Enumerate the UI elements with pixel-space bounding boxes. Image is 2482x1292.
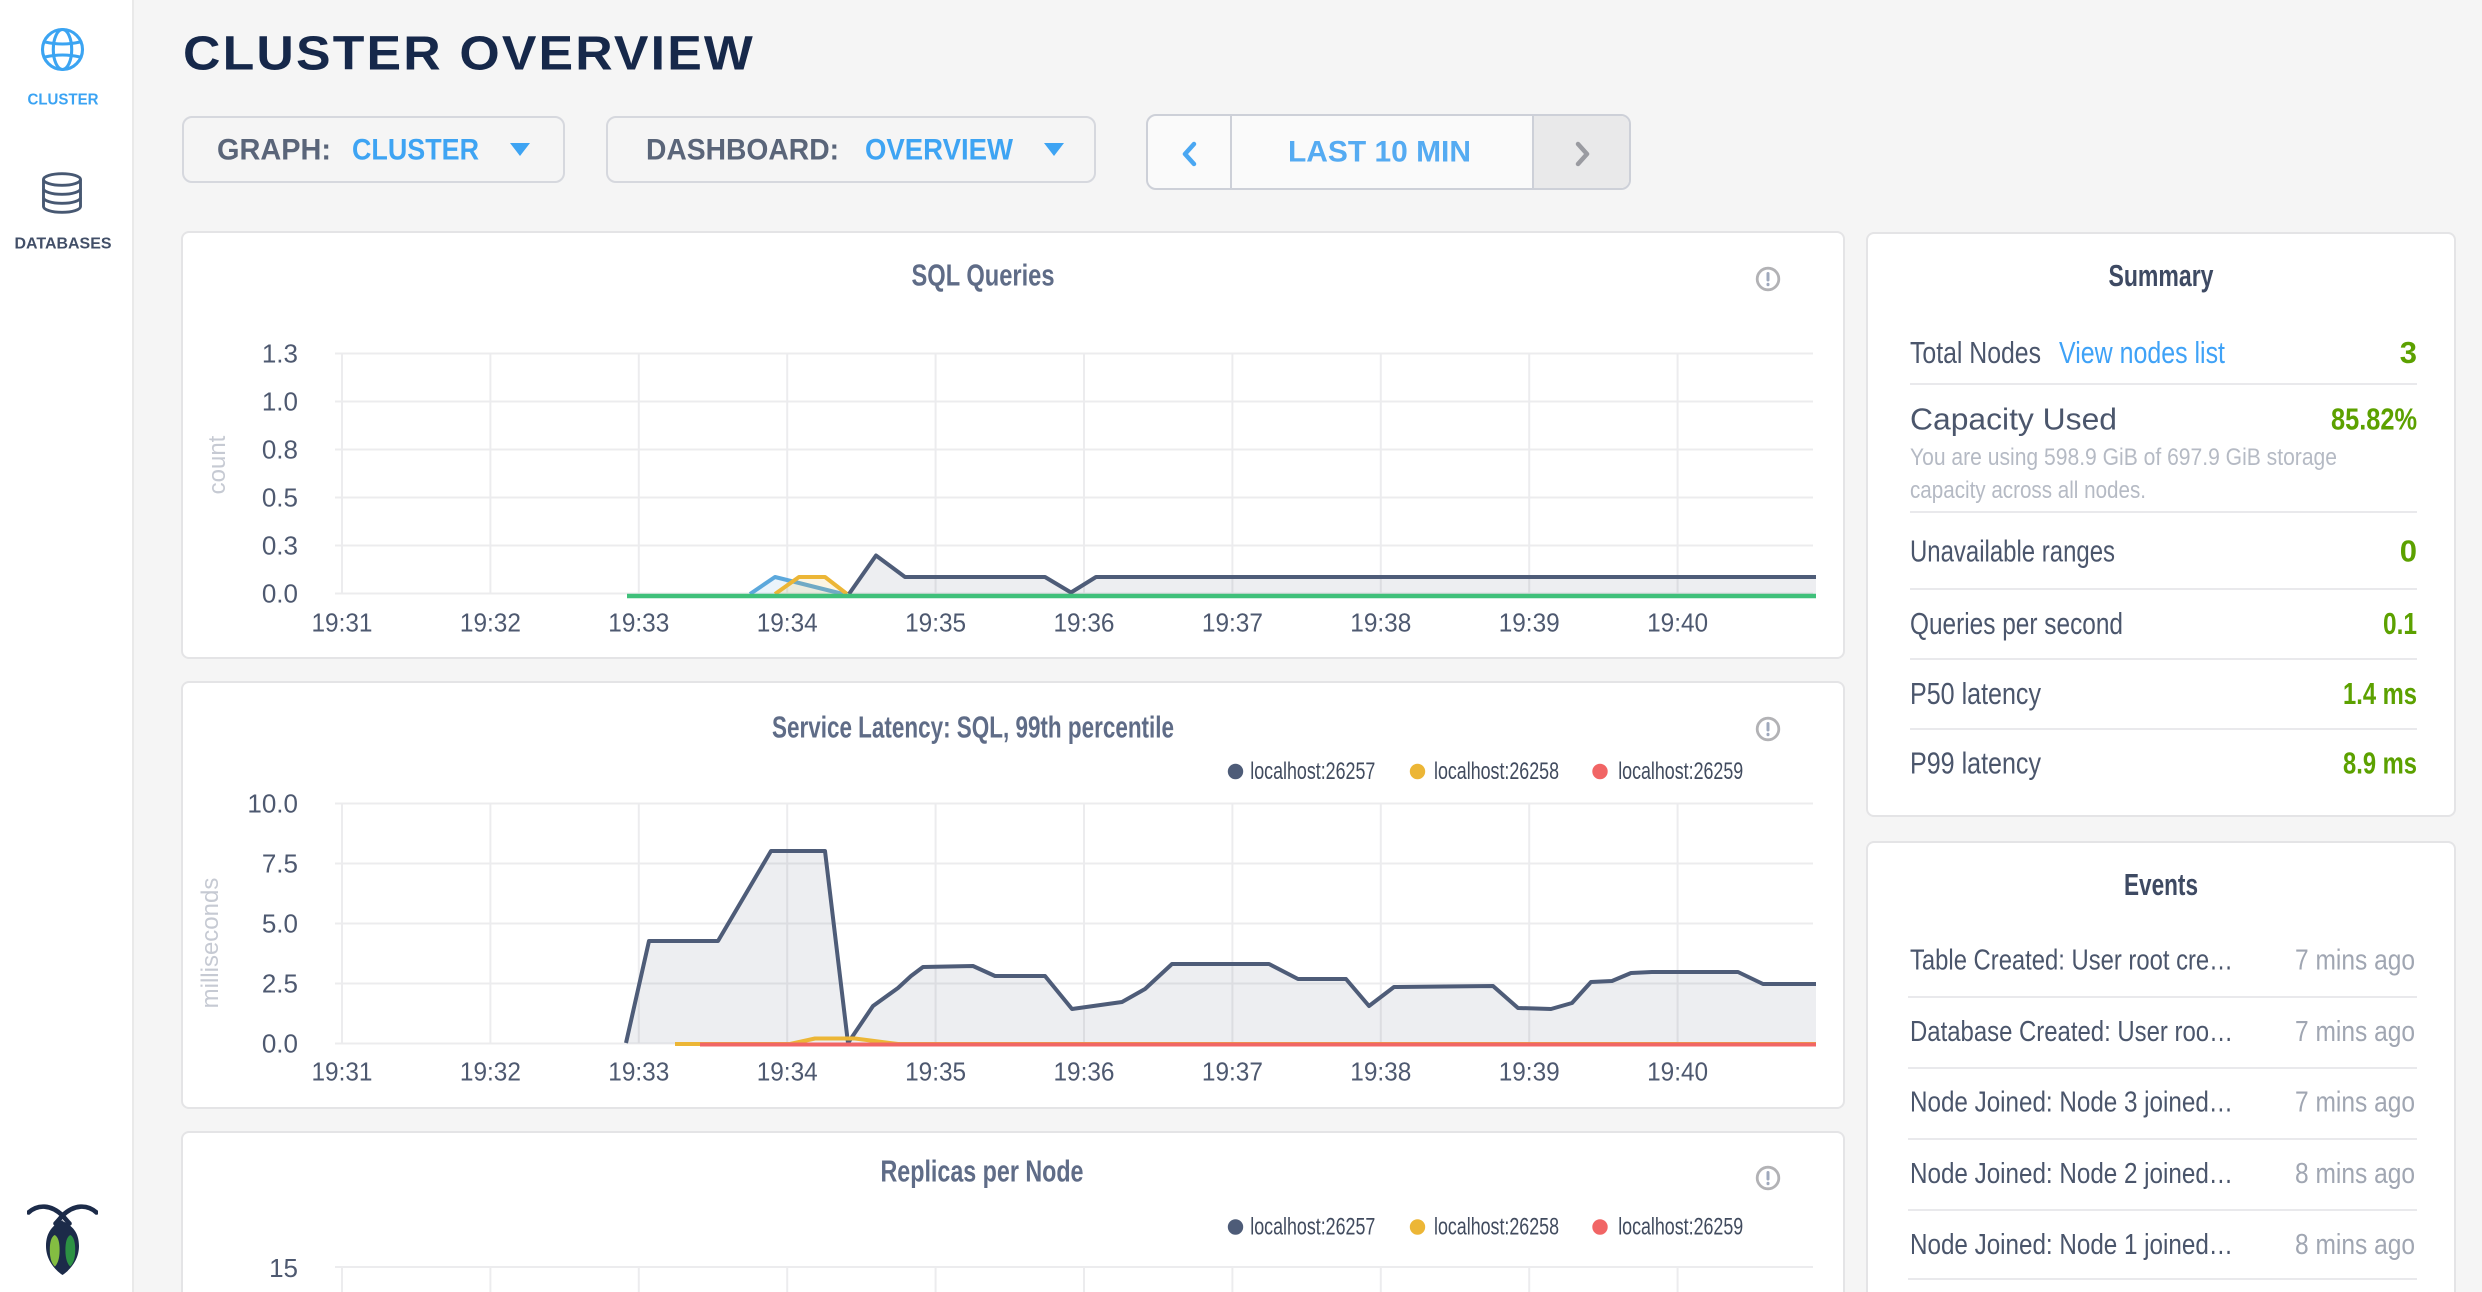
svg-text:8 mins ago: 8 mins ago [2295, 1158, 2415, 1190]
svg-text:7 mins ago: 7 mins ago [2295, 1016, 2415, 1048]
svg-text:CLUSTER: CLUSTER [352, 134, 479, 167]
svg-text:8.9 ms: 8.9 ms [2343, 746, 2417, 781]
svg-text:DATABASES: DATABASES [15, 236, 112, 253]
svg-text:Total Nodes: Total Nodes [1910, 335, 2041, 370]
svg-text:View nodes list: View nodes list [2059, 335, 2225, 370]
svg-text:LAST 10 MIN: LAST 10 MIN [1288, 136, 1471, 169]
svg-text:7 mins ago: 7 mins ago [2295, 945, 2415, 977]
svg-text:DASHBOARD:: DASHBOARD: [646, 134, 839, 167]
svg-text:Capacity Used: Capacity Used [1910, 402, 2117, 437]
svg-text:OVERVIEW: OVERVIEW [865, 134, 1014, 167]
svg-text:You are using 598.9 GiB of 697: You are using 598.9 GiB of 697.9 GiB sto… [1910, 444, 2337, 471]
svg-text:Node Joined: Node 2 joined…: Node Joined: Node 2 joined… [1910, 1158, 2233, 1190]
svg-text:CLUSTER OVERVIEW: CLUSTER OVERVIEW [183, 28, 755, 81]
svg-text:85.82%: 85.82% [2331, 402, 2417, 437]
svg-text:CLUSTER: CLUSTER [28, 92, 99, 109]
svg-text:Database Created: User roo…: Database Created: User roo… [1910, 1016, 2233, 1048]
svg-text:3: 3 [2400, 335, 2417, 370]
svg-text:GRAPH:: GRAPH: [217, 134, 331, 167]
svg-text:Table Created: User root cre…: Table Created: User root cre… [1910, 945, 2233, 977]
svg-text:P99 latency: P99 latency [1910, 746, 2041, 781]
svg-text:0: 0 [2400, 534, 2417, 569]
svg-text:Queries per second: Queries per second [1910, 606, 2123, 641]
svg-text:1.4 ms: 1.4 ms [2343, 676, 2417, 711]
svg-text:Events: Events [2124, 867, 2198, 902]
svg-text:7 mins ago: 7 mins ago [2295, 1087, 2415, 1119]
svg-text:Node Joined: Node 1 joined…: Node Joined: Node 1 joined… [1910, 1229, 2233, 1261]
svg-text:0.1: 0.1 [2383, 606, 2417, 641]
svg-text:Node Joined: Node 3 joined…: Node Joined: Node 3 joined… [1910, 1087, 2233, 1119]
svg-text:Summary: Summary [2109, 258, 2215, 293]
svg-text:8 mins ago: 8 mins ago [2295, 1229, 2415, 1261]
svg-text:P50 latency: P50 latency [1910, 676, 2041, 711]
svg-text:capacity across all nodes.: capacity across all nodes. [1910, 477, 2146, 504]
svg-text:Unavailable ranges: Unavailable ranges [1910, 534, 2115, 569]
